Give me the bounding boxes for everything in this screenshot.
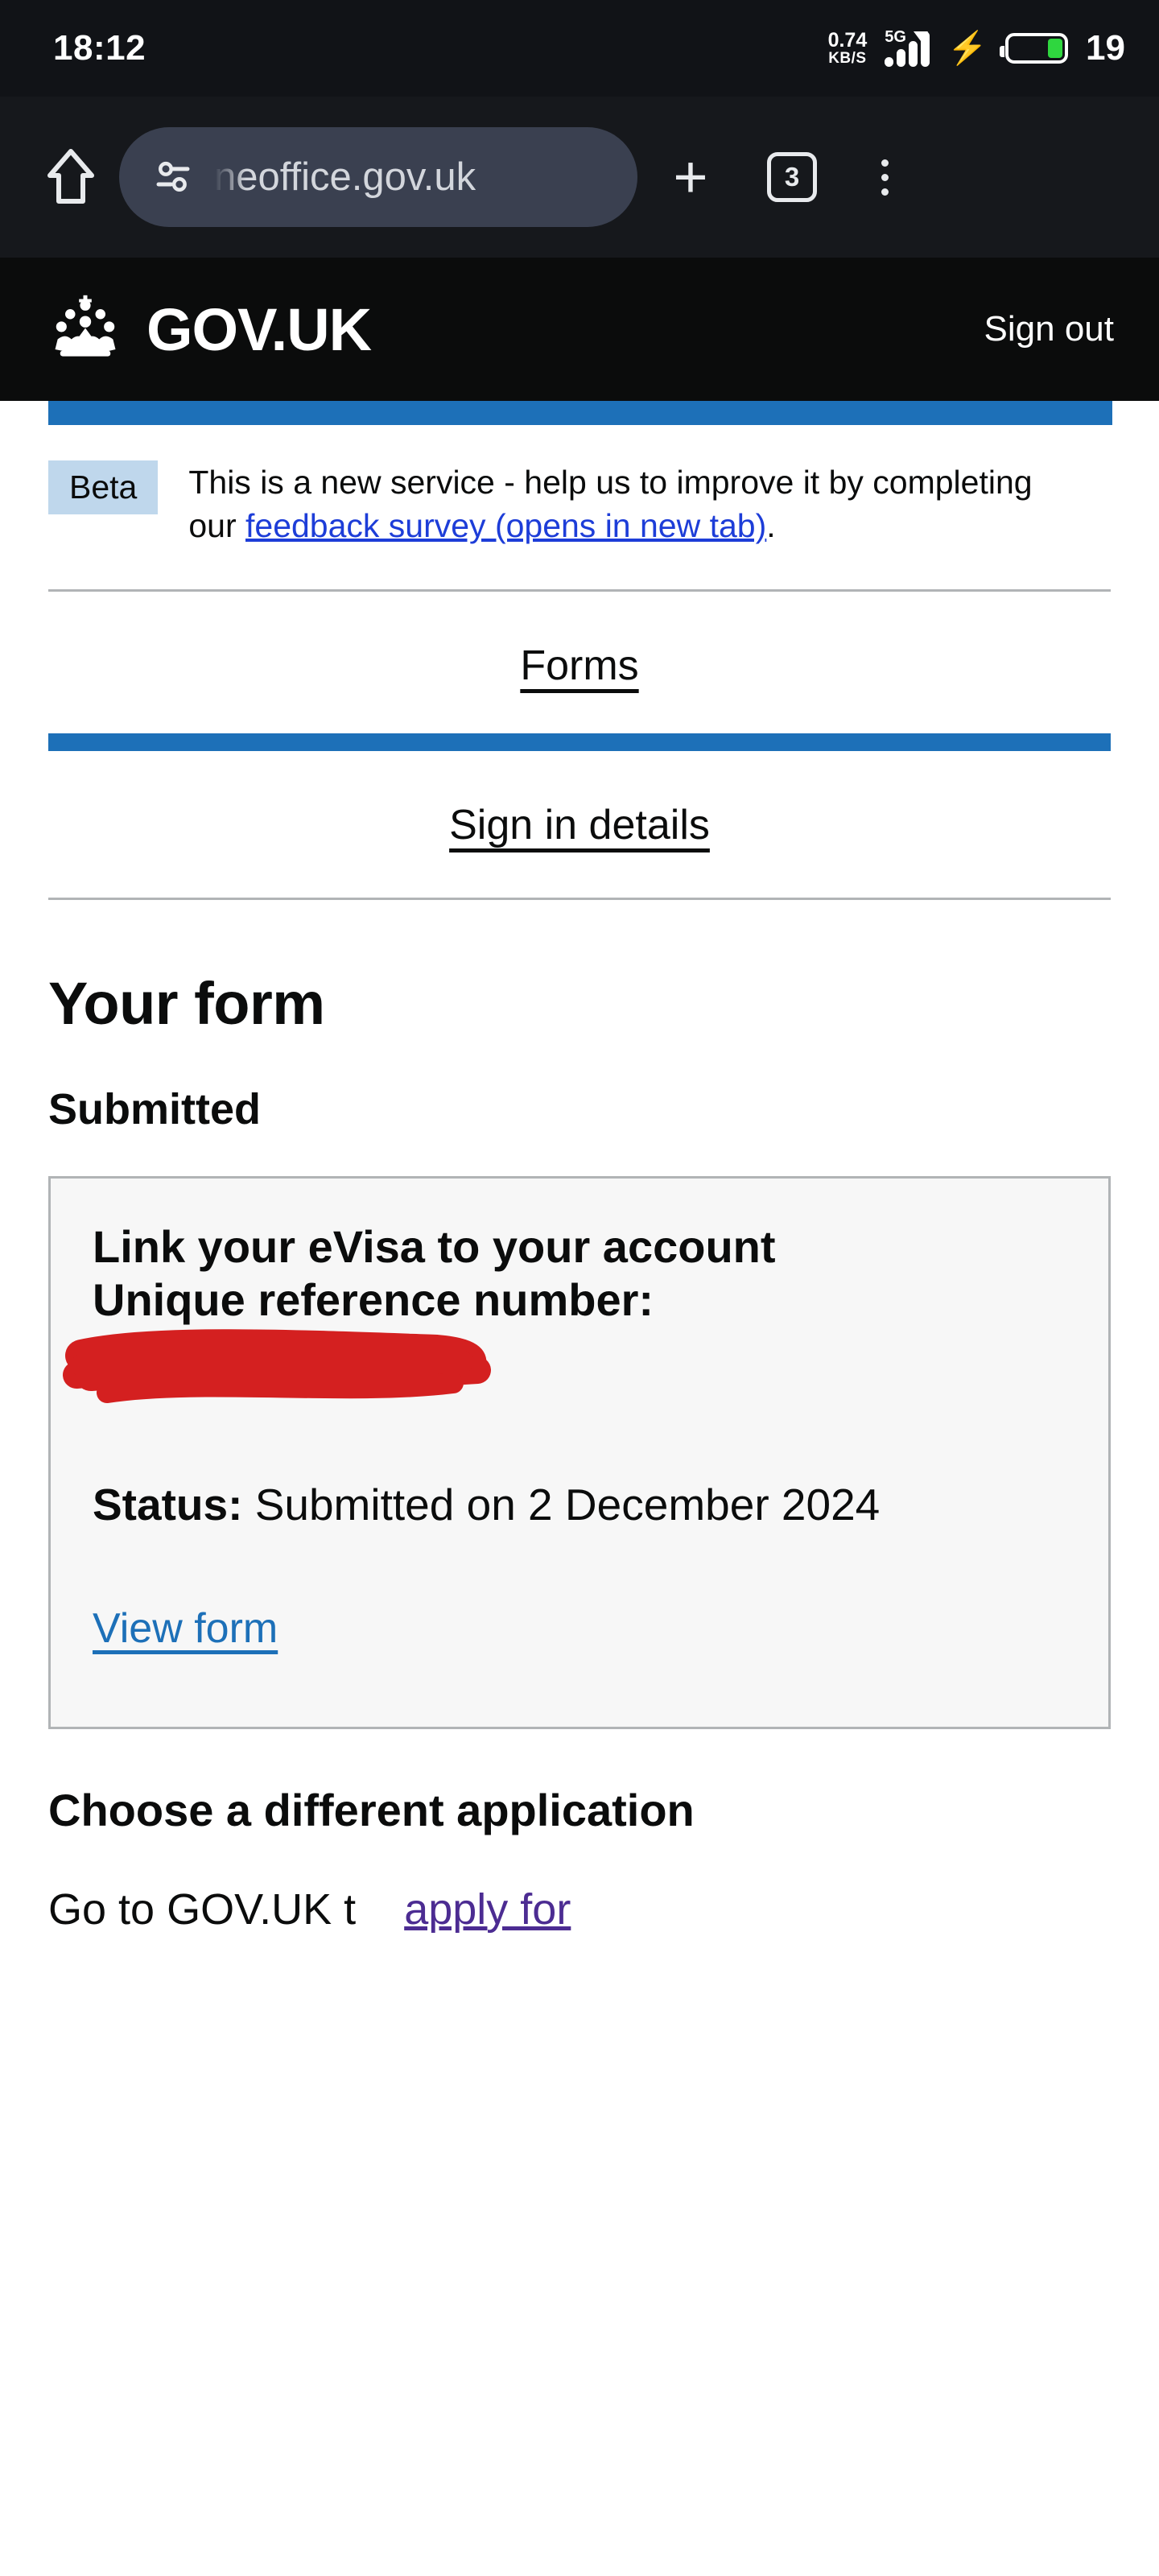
beta-text-after: .: [766, 507, 776, 545]
home-icon[interactable]: [27, 148, 114, 206]
section-title-submitted: Submitted: [48, 1085, 261, 1134]
nav-active-indicator: [48, 733, 1111, 752]
reference-obscured-text: [93, 1328, 1066, 1381]
feedback-survey-link[interactable]: feedback survey (opens in new tab): [245, 507, 766, 544]
form-card-title: Link your eVisa to your account: [93, 1221, 776, 1273]
form-card-reference-value: [63, 1328, 1066, 1425]
status-value: Submitted on 2 December 2024: [254, 1480, 881, 1530]
battery-icon: [1000, 33, 1069, 64]
govuk-header: GOV.UK Sign out: [0, 258, 1159, 401]
phase-bar: [0, 401, 1159, 425]
signal-bars-icon: 5G: [885, 28, 930, 67]
form-summary-card: Link your eVisa to your account Unique r…: [48, 1176, 1111, 1729]
apply-for-link[interactable]: apply for: [404, 1885, 571, 1934]
lightning-bolt-icon: ⚡: [947, 31, 988, 66]
status-bar-indicators: 0.74 KB/S 5G ⚡ 19: [828, 28, 1125, 68]
nav-divider: [48, 898, 1111, 901]
beta-banner-text: This is a new service - help us to impro…: [188, 460, 1050, 547]
nav-item-forms[interactable]: Forms: [48, 592, 1111, 711]
url-bar[interactable]: neoffice.gov.uk: [119, 127, 637, 227]
android-status-bar: 18:12 0.74 KB/S 5G ⚡ 19: [0, 0, 1159, 97]
beta-banner: Beta This is a new service - help us to …: [48, 425, 1111, 547]
status-label: Status:: [93, 1480, 243, 1530]
network-speed-indicator: 0.74 KB/S: [827, 29, 868, 67]
account-nav: Forms Sign in details: [48, 592, 1111, 901]
gov-uk-crown-icon: [55, 295, 116, 357]
nav-item-forms-label: Forms: [520, 642, 639, 690]
three-dot-menu-icon[interactable]: [840, 159, 929, 196]
nav-item-sign-in-details-label: Sign in details: [449, 802, 710, 849]
status-bar-clock: 18:12: [53, 28, 146, 68]
form-card-reference-label: Unique reference number:: [93, 1274, 654, 1326]
network-type-label: 5G: [885, 28, 906, 46]
choose-application-text: Go to GOV.UK t apply for: [48, 1881, 1111, 1938]
govuk-wordmark: GOV.UK: [146, 295, 372, 363]
new-tab-button[interactable]: +: [637, 147, 744, 207]
network-speed-value: 0.74: [827, 29, 868, 52]
choose-different-application-heading: Choose a different application: [48, 1784, 695, 1835]
view-form-link[interactable]: View form: [93, 1604, 278, 1653]
nav-item-sign-in-details[interactable]: Sign in details: [48, 751, 1111, 870]
page-content: Beta This is a new service - help us to …: [0, 425, 1159, 1938]
battery-percent-label: 19: [1086, 28, 1125, 68]
tune-sliders-icon: [156, 161, 190, 192]
signal-arrow-icon: [914, 31, 929, 41]
sign-out-link[interactable]: Sign out: [984, 309, 1114, 349]
form-card-status: Status: Submitted on 2 December 2024: [93, 1475, 1066, 1534]
page-title: Your form: [48, 970, 325, 1038]
network-speed-unit: KB/S: [828, 50, 867, 67]
tab-count-label: 3: [767, 152, 817, 202]
beta-tag: Beta: [48, 460, 159, 515]
tail-text: Go to GOV.UK t: [48, 1885, 357, 1934]
tab-switcher-button[interactable]: 3: [744, 152, 840, 202]
url-text: neoffice.gov.uk: [214, 155, 476, 199]
browser-toolbar: neoffice.gov.uk + 3: [0, 97, 1159, 258]
govuk-logo[interactable]: GOV.UK: [45, 294, 372, 365]
